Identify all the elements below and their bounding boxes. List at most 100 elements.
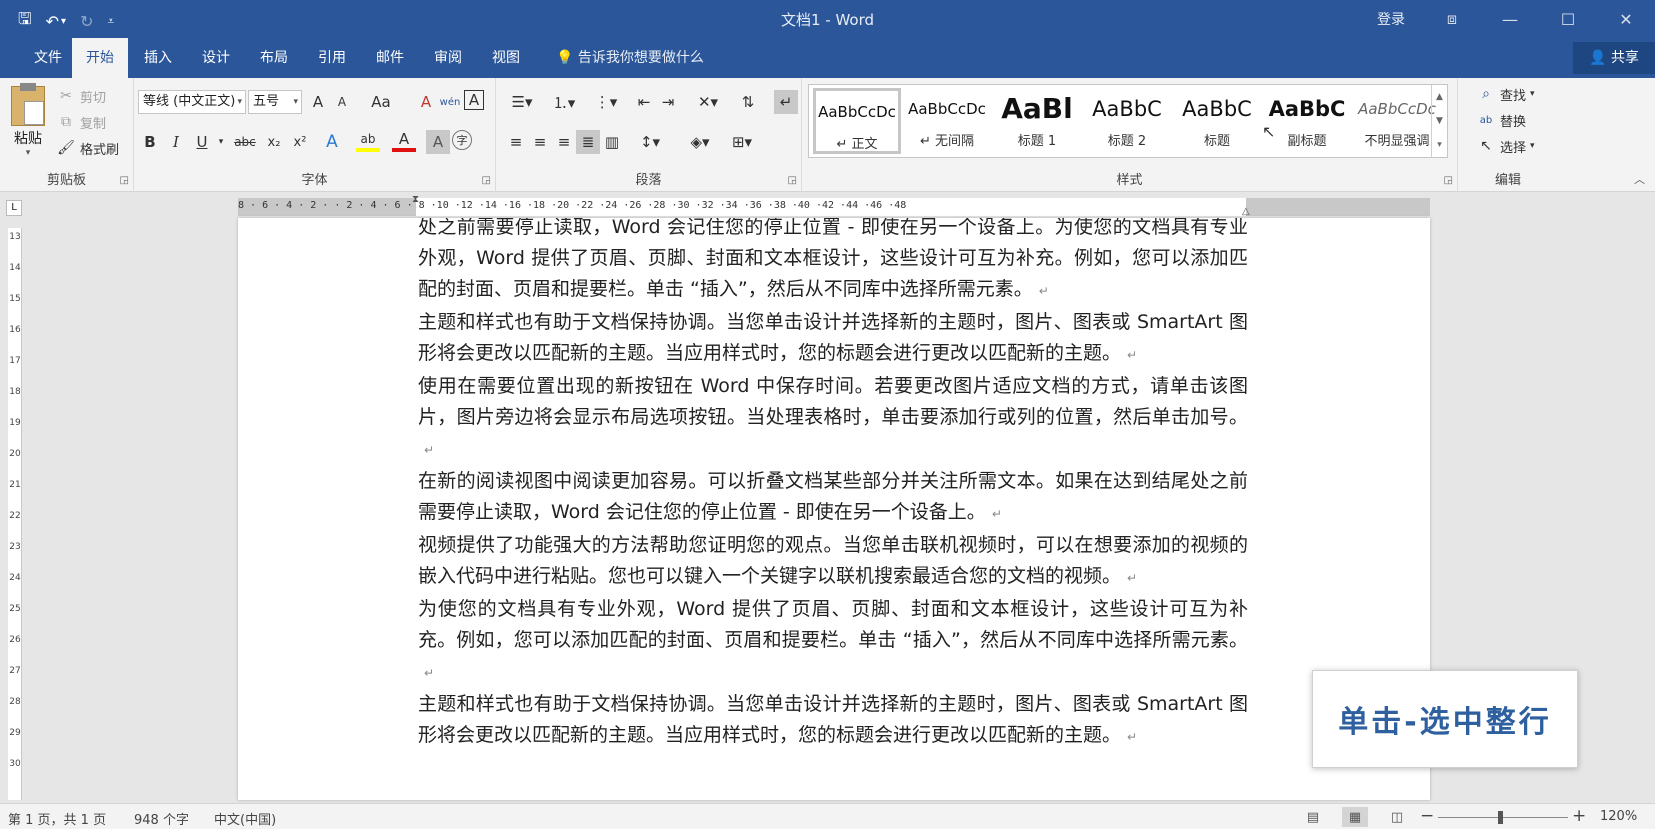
read-mode-icon[interactable]: ▤ [1300,807,1326,827]
grow-font-icon[interactable]: A [306,90,330,114]
paragraph[interactable]: 处之前需要停止读取，Word 会记住您的停止位置 - 即使在另一个设备上。为使您… [418,218,1248,307]
cut-button[interactable]: ✂ 剪切 [56,86,106,106]
superscript-icon[interactable]: x² [288,130,312,154]
paragraph[interactable]: 视频提供了功能强大的方法帮助您证明您的观点。当您单击联机视频时，可以在想要添加的… [418,530,1248,594]
character-border-icon[interactable]: A [464,90,484,110]
font-name-combo[interactable]: 等线 (中文正文) ▾ [138,90,246,114]
dialog-launcher-icon[interactable]: ◲ [1444,175,1453,186]
format-painter-button[interactable]: 🖌 格式刷 [56,138,119,158]
vertical-ruler[interactable]: 13 14 15 16 17 18 19 20 21 22 23 24 25 26 27 28 29 30 [8,228,22,800]
paragraph[interactable]: 主题和样式也有助于文档保持协调。当您单击设计并选择新的主题时，图片、图表或 Sm… [418,689,1248,753]
zoom-slider-thumb[interactable] [1498,811,1503,824]
tab-review[interactable]: 审阅 [420,38,476,78]
increase-indent-icon[interactable]: ⇥ [656,90,680,114]
chevron-down-icon[interactable]: ▼ [1432,109,1447,133]
enclose-characters-icon[interactable]: 字 [452,130,472,150]
tell-me-box[interactable]: 💡 告诉我你想要做什么 [556,38,704,78]
horizontal-ruler[interactable]: 8 · 6 · 4 · 2 · · 2 · 4 · 6 · 8 ·10 ·12 … [238,194,1430,217]
style-subtle-emphasis[interactable]: AaBbCcDc 不明显强调 [1353,88,1441,154]
tab-references[interactable]: 引用 [304,38,360,78]
maximize-icon[interactable]: ☐ [1539,0,1597,38]
style-heading-2[interactable]: AaBbC 标题 2 [1083,88,1171,154]
numbering-icon[interactable]: ⒈▾ [546,90,582,114]
chevron-up-icon[interactable]: ▲ [1432,85,1447,109]
clear-formatting-icon[interactable]: A [414,90,438,114]
character-shading-icon[interactable]: A [426,130,450,154]
line-spacing-icon[interactable]: ↕▾ [632,130,668,154]
paragraph[interactable]: 为使您的文档具有专业外观，Word 提供了页眉、页脚、封面和文本框设计，这些设计… [418,594,1248,689]
print-layout-icon[interactable]: ▦ [1342,807,1368,827]
change-case-icon[interactable]: Aa [364,90,398,114]
subscript-icon[interactable]: x₂ [262,130,286,154]
dialog-launcher-icon[interactable]: ◲ [788,175,797,186]
distributed-icon[interactable]: ▥ [600,130,624,154]
tab-view[interactable]: 视图 [478,38,534,78]
justify-icon[interactable]: ≣ [576,130,600,154]
align-right-icon[interactable]: ≡ [552,130,576,154]
dialog-launcher-icon[interactable]: ◲ [482,175,491,186]
align-left-icon[interactable]: ≡ [504,130,528,154]
shading-icon[interactable]: ◈▾ [682,130,718,154]
font-color-icon[interactable]: A [392,130,416,152]
zoom-in-icon[interactable]: + [1572,806,1586,826]
paste-button[interactable]: 粘贴 ▾ [8,83,48,158]
align-center-icon[interactable]: ≡ [528,130,552,154]
text-effects-icon[interactable]: A [320,130,344,154]
tab-file[interactable]: 文件 [20,38,76,78]
share-button[interactable]: 👤 共享 [1573,42,1655,74]
close-icon[interactable]: ✕ [1597,0,1655,38]
italic-icon[interactable]: I [164,130,188,154]
replace-button[interactable]: ab 替换 [1476,110,1526,130]
web-layout-icon[interactable]: ◫ [1384,807,1410,827]
strikethrough-icon[interactable]: abc [230,130,260,154]
font-size-combo[interactable]: 五号 ▾ [248,90,302,114]
dialog-launcher-icon[interactable]: ◲ [120,175,129,186]
chevron-down-icon[interactable]: ▾ [214,130,228,154]
bullets-icon[interactable]: ☰▾ [504,90,540,114]
word-count[interactable]: 948 个字 [134,809,189,828]
tab-design[interactable]: 设计 [188,38,244,78]
underline-icon[interactable]: U [190,130,214,154]
indent-marker-icon[interactable]: ⧗ [412,194,419,205]
style-no-spacing[interactable]: AaBbCcDc ↵ 无间隔 [903,88,991,154]
paragraph[interactable]: 在新的阅读视图中阅读更加容易。可以折叠文档某些部分并关注所需文本。如果在达到结尾… [418,466,1248,530]
page-count[interactable]: 第 1 页，共 1 页 [8,809,106,828]
collapse-ribbon-icon[interactable]: ︿ [1634,171,1645,187]
chinese-layout-icon[interactable]: ✕▾ [690,90,726,114]
phonetic-guide-icon[interactable]: wén [438,90,462,114]
decrease-indent-icon[interactable]: ⇤ [632,90,656,114]
highlight-icon[interactable]: ab [356,130,380,152]
tab-selector[interactable]: L [6,200,22,216]
multilevel-list-icon[interactable]: ⋮▾ [588,90,624,114]
paragraph[interactable]: 主题和样式也有助于文档保持协调。当您单击设计并选择新的主题时，图片、图表或 Sm… [418,307,1248,371]
tab-insert[interactable]: 插入 [130,38,186,78]
tab-mailings[interactable]: 邮件 [362,38,418,78]
sort-icon[interactable]: ⇅ [736,90,760,114]
style-subtitle[interactable]: AaBbC 副标题 [1263,88,1351,154]
zoom-slider[interactable] [1438,817,1568,818]
style-heading-1[interactable]: AaBl 标题 1 [993,88,1081,154]
minimize-icon[interactable]: — [1481,0,1539,38]
shrink-font-icon[interactable]: A [330,90,354,114]
document-page[interactable]: 处之前需要停止读取，Word 会记住您的停止位置 - 即使在另一个设备上。为使您… [238,218,1430,800]
zoom-level[interactable]: 120% [1600,809,1637,824]
select-button[interactable]: ↖ 选择 ▾ [1476,136,1534,156]
login-link[interactable]: 登录 [1377,9,1405,29]
borders-icon[interactable]: ⊞▾ [724,130,760,154]
language-indicator[interactable]: 中文(中国) [214,809,276,828]
ribbon-display-icon[interactable]: ⧈ [1423,0,1481,38]
gallery-more-icon[interactable]: ▾ [1432,133,1447,157]
zoom-out-icon[interactable]: − [1420,806,1434,826]
paragraph[interactable]: 使用在需要位置出现的新按钮在 Word 中保存时间。若要更改图片适应文档的方式，… [418,371,1248,466]
show-paragraph-marks-icon[interactable]: ↵ [774,90,798,114]
bold-icon[interactable]: B [138,130,162,154]
tab-layout[interactable]: 布局 [246,38,302,78]
copy-button[interactable]: ⧉ 复制 [56,112,106,132]
style-title[interactable]: AaBbC 标题 [1173,88,1261,154]
gallery-scrollbar[interactable]: ▲ ▼ ▾ [1431,85,1447,157]
find-button[interactable]: ⌕ 查找 ▾ [1476,84,1534,104]
document-body[interactable]: 处之前需要停止读取，Word 会记住您的停止位置 - 即使在另一个设备上。为使您… [418,218,1248,753]
right-indent-icon[interactable]: △ [1242,206,1250,217]
style-normal[interactable]: AaBbCcDc ↵ 正文 [813,88,901,154]
tab-home[interactable]: 开始 [72,38,128,78]
